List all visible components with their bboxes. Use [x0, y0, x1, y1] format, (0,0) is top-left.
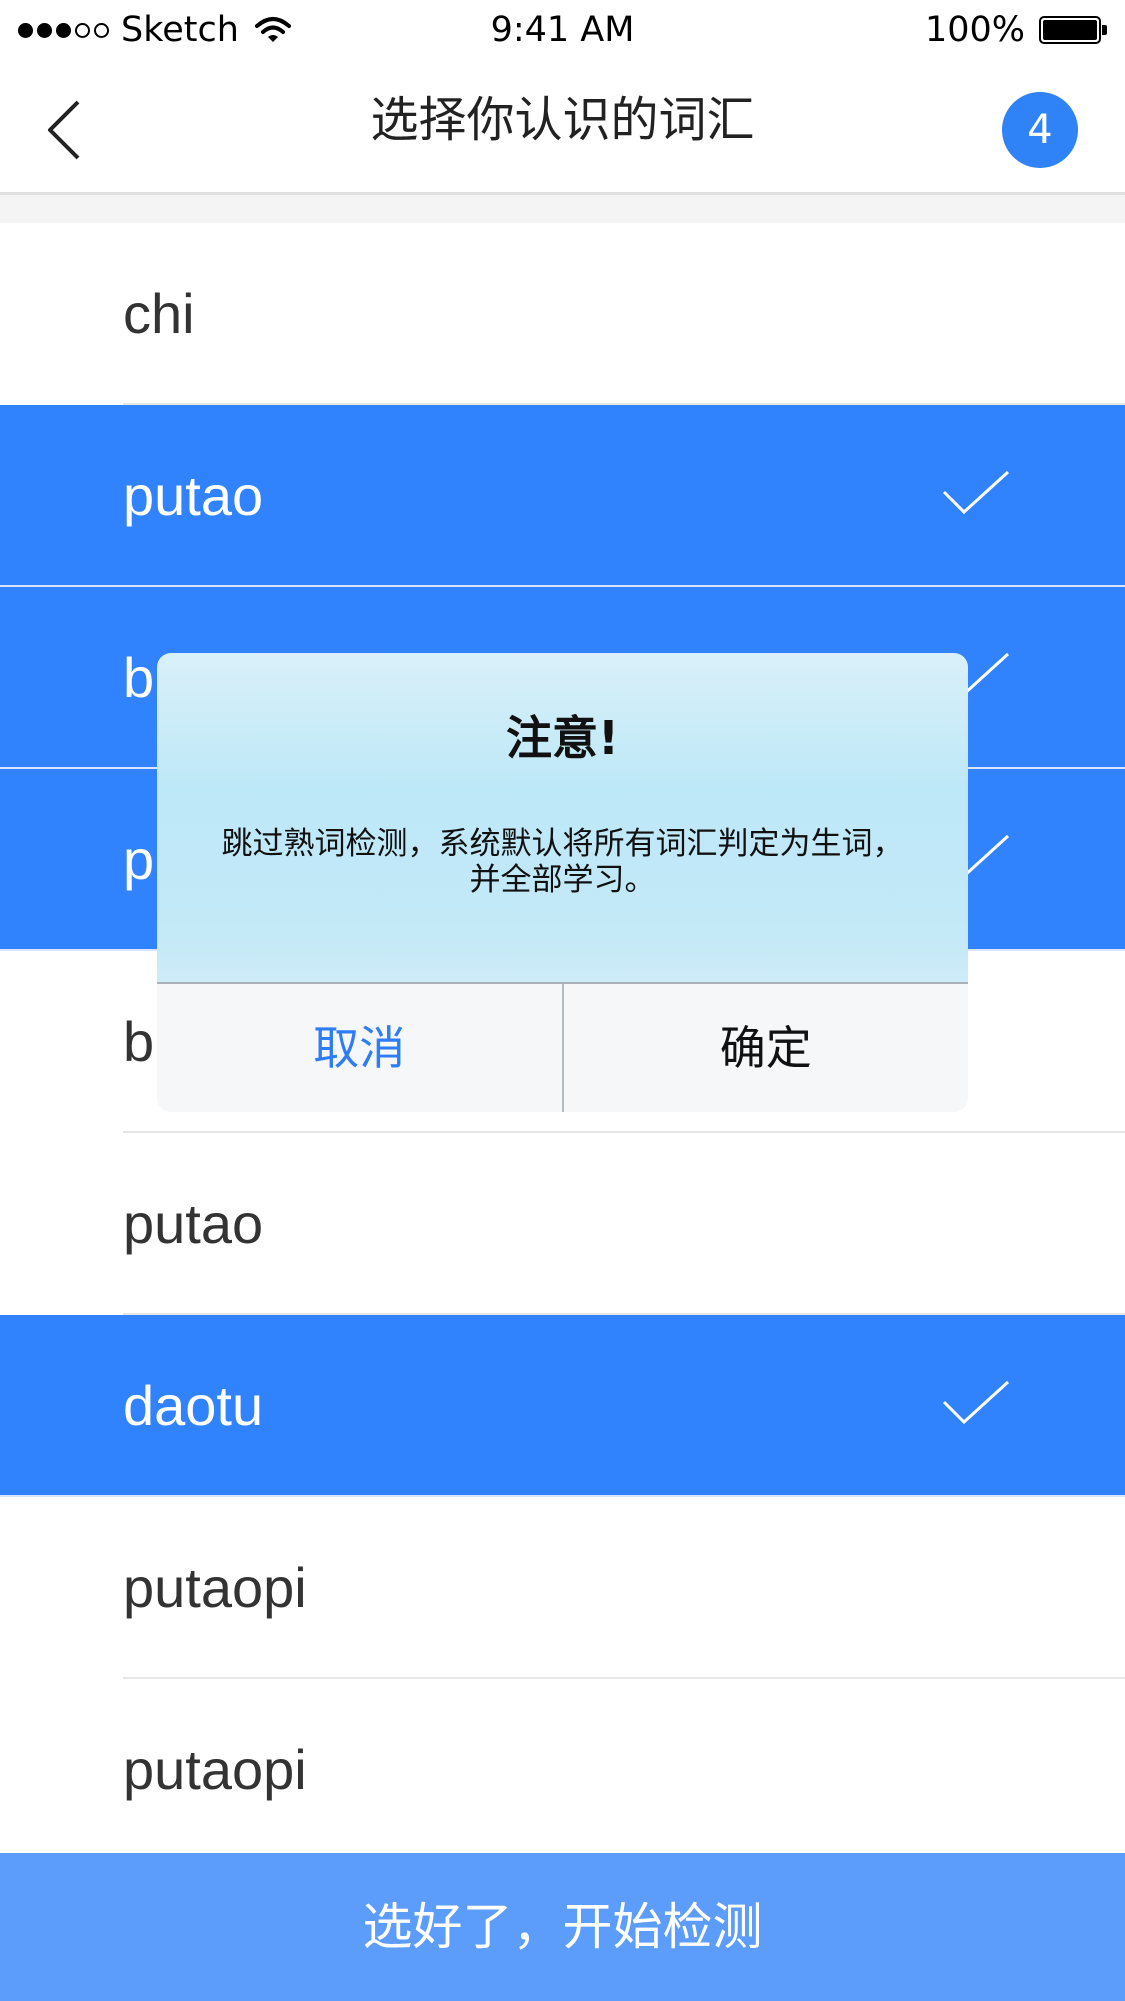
checkmark-icon: [942, 1380, 1010, 1425]
word-row[interactable]: daotu: [0, 1315, 1125, 1497]
word-label: p: [123, 828, 155, 891]
word-label: b: [123, 1010, 155, 1073]
word-row[interactable]: putao: [0, 1133, 1125, 1315]
page-title: 选择你认识的词汇: [370, 92, 755, 148]
word-label: chi: [123, 282, 195, 345]
battery-body: [1039, 16, 1101, 44]
battery-percent: 100%: [924, 10, 1025, 50]
word-label: putao: [123, 1192, 264, 1255]
word-row[interactable]: putaopi: [0, 1497, 1125, 1679]
alert-dialog: 注意! 跳过熟词检测，系统默认将所有词汇判定为生词，并全部学习。 取消 确定: [157, 653, 968, 1112]
alert-actions: 取消 确定: [157, 982, 968, 1112]
cancel-button[interactable]: 取消: [157, 984, 564, 1112]
battery-icon: [1039, 16, 1107, 44]
nav-bar: 选择你认识的词汇 4: [0, 62, 1125, 195]
word-row[interactable]: putao: [0, 405, 1125, 587]
word-label: putaopi: [123, 1738, 307, 1801]
word-label: b: [123, 646, 155, 709]
confirm-button[interactable]: 确定: [564, 984, 969, 1112]
battery-fill: [1043, 20, 1097, 40]
alert-message: 跳过熟词检测，系统默认将所有词汇判定为生词，并全部学习。: [221, 826, 904, 898]
word-label: putaopi: [123, 1556, 307, 1619]
section-gap: [0, 195, 1125, 223]
status-bar: Sketch 9:41 AM 100%: [0, 0, 1125, 62]
selected-count-badge[interactable]: 4: [1002, 92, 1078, 168]
checkmark-icon: [942, 470, 1010, 515]
start-test-button[interactable]: 选好了，开始检测: [0, 1853, 1125, 2001]
battery-tip: [1102, 25, 1107, 35]
word-label: daotu: [123, 1374, 264, 1437]
status-right: 100%: [925, 10, 1107, 50]
word-row[interactable]: chi: [0, 223, 1125, 405]
word-label: putao: [123, 464, 264, 527]
word-row[interactable]: putaopi: [0, 1679, 1125, 1861]
alert-title: 注意!: [506, 711, 619, 765]
screen: Sketch 9:41 AM 100% 选择你认识的词汇 4 chi putao b: [0, 0, 1125, 2001]
